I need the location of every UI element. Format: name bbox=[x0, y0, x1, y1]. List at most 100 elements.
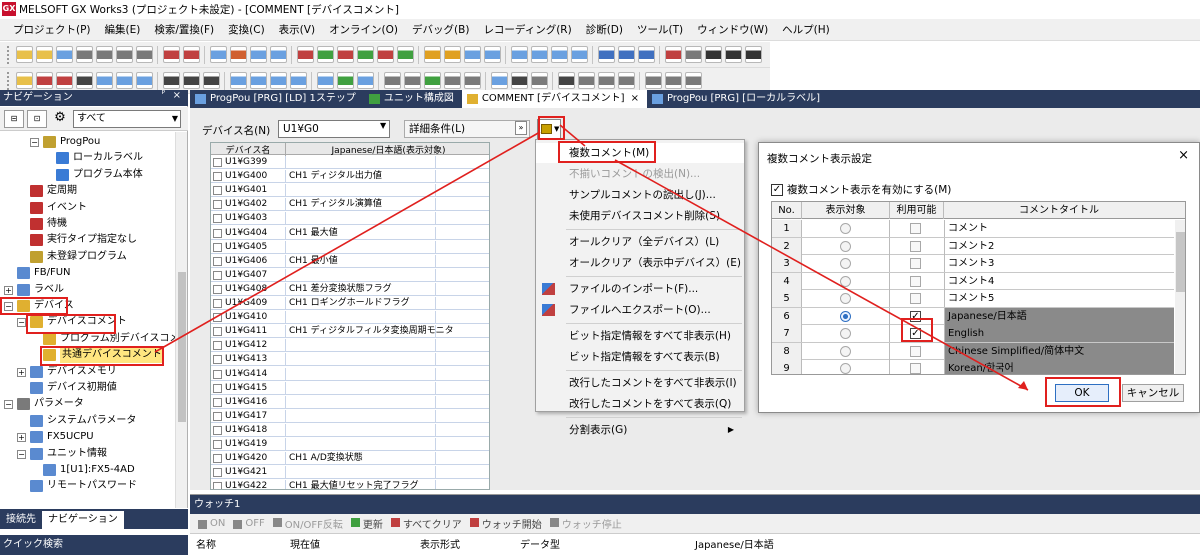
toolbar-tool-icon[interactable] bbox=[597, 46, 615, 63]
expand-icon[interactable] bbox=[213, 355, 222, 365]
toolbar-tool-icon[interactable] bbox=[423, 72, 441, 89]
toolbar-tool-icon[interactable] bbox=[316, 72, 334, 89]
toolbar-tool-icon[interactable] bbox=[597, 72, 615, 89]
collapse-icon[interactable]: − bbox=[17, 449, 26, 459]
expand-icon[interactable] bbox=[213, 411, 222, 421]
table-row[interactable]: U1¥G406 CH1 最小値 bbox=[211, 254, 489, 268]
table-row[interactable]: U1¥G419 bbox=[211, 438, 489, 451]
comment-title-cell[interactable]: English bbox=[944, 325, 1174, 342]
toolbar-tool-icon[interactable] bbox=[55, 46, 73, 63]
close-icon[interactable]: × bbox=[173, 90, 181, 101]
toolbar-tool-icon[interactable] bbox=[637, 46, 655, 63]
toolbar-tool-icon[interactable] bbox=[724, 46, 742, 63]
table-row[interactable]: 8 Chinese Simplified/简体中文 bbox=[772, 342, 1174, 360]
table-row[interactable]: U1¥G404 CH1 最大値 bbox=[211, 226, 489, 240]
available-checkbox[interactable] bbox=[910, 240, 921, 252]
toolbar-tool-icon[interactable] bbox=[55, 72, 73, 89]
table-row[interactable]: 9 Korean/한국어 bbox=[772, 360, 1174, 374]
table-row[interactable]: 3 コメント3 bbox=[772, 255, 1174, 273]
expand-icon[interactable] bbox=[213, 242, 222, 252]
document-tab[interactable]: ProgPou [PRG] [ローカルラベル] bbox=[647, 90, 828, 108]
table-row[interactable]: U1¥G402 CH1 ディジタル演算値 bbox=[211, 198, 489, 212]
expand-icon[interactable] bbox=[213, 270, 222, 280]
navigation-scrollbar[interactable] bbox=[175, 132, 187, 508]
close-icon[interactable]: × bbox=[1178, 148, 1189, 163]
table-row[interactable]: U1¥G415 bbox=[211, 381, 489, 395]
expand-icon[interactable]: + bbox=[4, 285, 13, 295]
comment-cell[interactable]: CH1 ディジタル出力値 bbox=[289, 170, 382, 183]
watch-toolbar-button[interactable]: OFF bbox=[231, 518, 270, 529]
menu-item[interactable]: オールクリア（全デバイス）(L) bbox=[536, 232, 744, 252]
tree-item[interactable]: + デバイスメモリ bbox=[0, 364, 176, 380]
toolbar-tool-icon[interactable] bbox=[617, 72, 635, 89]
expand-icon[interactable] bbox=[213, 228, 222, 238]
tree-expand-icon[interactable]: ⊟ bbox=[4, 109, 24, 128]
tree-item[interactable]: リモートパスワード bbox=[0, 478, 176, 494]
document-tab[interactable]: COMMENT [デバイスコメント] × bbox=[461, 90, 647, 108]
toolbar-tool-icon[interactable] bbox=[135, 72, 153, 89]
toolbar-tool-icon[interactable] bbox=[356, 72, 374, 89]
toolbar-tool-icon[interactable] bbox=[249, 46, 267, 63]
toolbar-tool-icon[interactable] bbox=[490, 72, 508, 89]
comment-cell[interactable]: CH1 最小値 bbox=[289, 255, 338, 268]
toolbar-tool-icon[interactable] bbox=[744, 46, 762, 63]
comment-title-cell[interactable]: コメント3 bbox=[944, 255, 1174, 272]
dialog-table-scrollbar[interactable] bbox=[1175, 220, 1185, 374]
table-row[interactable]: 6 ✓ Japanese/日本語 bbox=[772, 307, 1174, 325]
toolbar-tool-icon[interactable] bbox=[443, 46, 461, 63]
table-row[interactable]: 1 コメント bbox=[772, 220, 1174, 238]
expand-icon[interactable] bbox=[213, 158, 222, 167]
table-row[interactable]: U1¥G417 bbox=[211, 409, 489, 423]
toolbar-tool-icon[interactable] bbox=[443, 72, 461, 89]
tree-item[interactable]: デバイス初期値 bbox=[0, 380, 176, 396]
menu-item[interactable]: 複数コメント(M) bbox=[536, 143, 744, 163]
toolbar-tool-icon[interactable] bbox=[75, 72, 93, 89]
menu-item[interactable]: 改行したコメントをすべて非表示(I) bbox=[536, 373, 744, 393]
toolbar-tool-icon[interactable] bbox=[269, 46, 287, 63]
table-row[interactable]: U1¥G405 bbox=[211, 240, 489, 254]
toolbar-tool-icon[interactable] bbox=[396, 46, 414, 63]
toolbar-tool-icon[interactable] bbox=[557, 72, 575, 89]
gear-icon[interactable]: ⚙ bbox=[50, 110, 70, 128]
device-name-input[interactable]: U1¥G0 bbox=[278, 120, 390, 138]
collapse-icon[interactable]: − bbox=[17, 318, 26, 328]
menu-item[interactable]: 改行したコメントをすべて表示(Q) bbox=[536, 394, 744, 414]
display-target-radio[interactable] bbox=[840, 310, 851, 322]
enable-multiple-comment-checkbox[interactable]: ✓ bbox=[771, 184, 783, 196]
tree-item[interactable]: ローカルラベル bbox=[0, 150, 176, 166]
expand-icon[interactable] bbox=[213, 284, 222, 294]
toolbar-tool-icon[interactable] bbox=[115, 72, 133, 89]
toolbar-tool-icon[interactable] bbox=[202, 72, 220, 89]
available-checkbox[interactable] bbox=[910, 275, 921, 287]
chevron-down-icon[interactable]: ▼ bbox=[380, 121, 386, 130]
expand-icon[interactable] bbox=[213, 327, 222, 337]
comment-title-cell[interactable]: コメント bbox=[944, 220, 1174, 237]
display-target-radio[interactable] bbox=[840, 275, 851, 287]
display-target-radio[interactable] bbox=[840, 345, 851, 357]
display-target-radio[interactable] bbox=[840, 293, 851, 304]
tab-connection[interactable]: 接続先 bbox=[0, 511, 42, 529]
menu-item[interactable]: 検索/置換(F) bbox=[147, 22, 221, 37]
toolbar-tool-icon[interactable] bbox=[75, 46, 93, 63]
expand-icon[interactable] bbox=[213, 397, 222, 407]
menu-item[interactable]: デバッグ(B) bbox=[405, 22, 476, 37]
tree-item[interactable]: 定周期 bbox=[0, 183, 176, 199]
comment-cell[interactable]: CH1 差分変換状態フラグ bbox=[289, 283, 392, 296]
tree-item[interactable]: 1[U1]:FX5-4AD bbox=[0, 462, 176, 478]
comment-title-cell[interactable]: コメント2 bbox=[944, 237, 1174, 255]
double-chevron-down-icon[interactable]: » bbox=[515, 121, 527, 135]
table-row[interactable]: U1¥G416 bbox=[211, 395, 489, 409]
expand-icon[interactable]: + bbox=[17, 367, 26, 377]
toolbar-tool-icon[interactable] bbox=[664, 72, 682, 89]
tree-collapse-icon[interactable]: ⊡ bbox=[27, 109, 47, 128]
toolbar-grip[interactable] bbox=[7, 71, 11, 90]
expand-icon[interactable] bbox=[213, 299, 222, 308]
expand-icon[interactable] bbox=[213, 172, 222, 182]
dialog-table-scroll-thumb[interactable] bbox=[1176, 232, 1185, 292]
table-row[interactable]: U1¥G420 CH1 A/D変換状態 bbox=[211, 452, 489, 466]
available-checkbox[interactable] bbox=[910, 223, 921, 234]
display-target-radio[interactable] bbox=[840, 240, 851, 252]
navigation-scroll-thumb[interactable] bbox=[178, 272, 186, 422]
toolbar-grip[interactable] bbox=[7, 45, 11, 64]
comment-title-cell[interactable]: Japanese/日本語 bbox=[944, 307, 1174, 325]
